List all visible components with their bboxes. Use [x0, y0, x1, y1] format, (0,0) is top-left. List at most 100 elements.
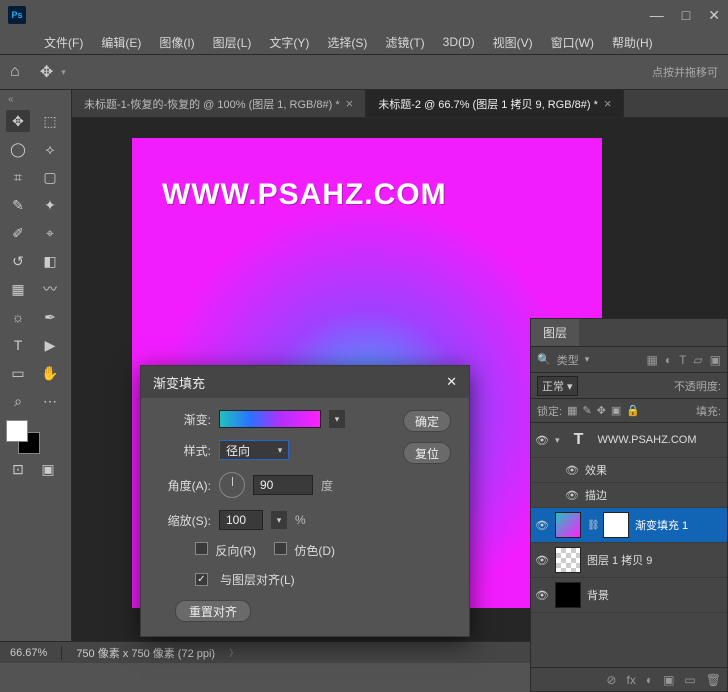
filter-kind-label[interactable]: 类型	[557, 352, 579, 368]
dialog-close-icon[interactable]: ✕	[446, 374, 457, 390]
filter-type-icon[interactable]: T	[679, 353, 686, 367]
rectangle-tool[interactable]: ▭	[6, 362, 30, 384]
dither-checkbox[interactable]	[274, 542, 287, 555]
filter-shape-icon[interactable]: ▱	[693, 353, 702, 367]
layer-gradient-fill[interactable]: 👁 ⛓ 渐变填充 1	[531, 508, 727, 543]
zoom-tool[interactable]: ⌕	[6, 390, 30, 412]
visibility-toggle[interactable]: 👁	[535, 519, 549, 532]
doc-tab-1-close[interactable]: ×	[346, 96, 354, 111]
visibility-toggle[interactable]: 👁	[565, 464, 579, 477]
layer-text[interactable]: 👁 ▾ T WWW.PSAHZ.COM	[531, 423, 727, 458]
gradient-tool[interactable]: ▦	[6, 278, 30, 300]
visibility-toggle[interactable]: 👁	[535, 554, 549, 567]
filter-smart-icon[interactable]: ▣	[710, 353, 721, 367]
align-checkbox[interactable]	[195, 573, 208, 586]
filter-adjust-icon[interactable]: ◐	[665, 353, 672, 367]
screen-mode-toggle[interactable]: ▣	[36, 458, 60, 480]
visibility-toggle[interactable]: 👁	[565, 489, 579, 502]
edit-toolbar[interactable]: ⋯	[38, 390, 62, 412]
lock-transparent-icon[interactable]: ▦	[567, 404, 577, 417]
doc-tab-2-close[interactable]: ×	[604, 96, 612, 111]
path-select-tool[interactable]: ▶	[38, 334, 62, 356]
expand-icon[interactable]: ▾	[555, 435, 560, 446]
close-button[interactable]: ✕	[708, 7, 720, 24]
menu-layer[interactable]: 图层(L)	[205, 31, 260, 54]
menu-view[interactable]: 视图(V)	[485, 31, 541, 54]
move-tool-icon[interactable]: ✥	[40, 62, 53, 82]
menu-filter[interactable]: 滤镜(T)	[377, 31, 432, 54]
eyedropper-tool[interactable]: ✎	[6, 194, 30, 216]
mask-icon[interactable]: ◐	[646, 673, 653, 687]
search-icon[interactable]: 🔍	[537, 353, 551, 366]
layer-background[interactable]: 👁 背景	[531, 578, 727, 613]
quick-mask-toggle[interactable]: ⊡	[6, 458, 30, 480]
menu-edit[interactable]: 编辑(E)	[93, 31, 149, 54]
layer-effects-header[interactable]: 👁 效果	[531, 458, 727, 483]
lock-all-icon[interactable]: 🔒	[626, 404, 640, 417]
crop-tool[interactable]: ⌗	[6, 166, 30, 188]
layers-tab[interactable]: 图层	[531, 319, 579, 346]
scale-dropdown-arrow[interactable]: ▾	[271, 511, 287, 529]
menu-file[interactable]: 文件(F)	[36, 31, 91, 54]
ok-button[interactable]: 确定	[403, 410, 451, 432]
new-layer-icon[interactable]: ▭	[684, 673, 695, 687]
lock-artboard-icon[interactable]: ▣	[611, 404, 621, 417]
gradient-dropdown-arrow[interactable]: ▾	[329, 410, 345, 428]
menu-help[interactable]: 帮助(H)	[604, 31, 661, 54]
clone-tool[interactable]: ⌖	[38, 222, 62, 244]
doc-tab-2[interactable]: 未标题-2 @ 66.7% (图层 1 拷贝 9, RGB/8#) * ×	[366, 90, 624, 117]
marquee-tool[interactable]: ⬚	[38, 110, 62, 132]
doc-tab-1[interactable]: 未标题-1-恢复的-恢复的 @ 100% (图层 1, RGB/8#) * ×	[72, 90, 366, 117]
angle-input[interactable]	[253, 475, 313, 495]
layer-effect-stroke[interactable]: 👁 描边	[531, 483, 727, 508]
link-icon[interactable]: ⛓	[587, 520, 597, 531]
hand-tool[interactable]: ✋	[38, 362, 62, 384]
maximize-button[interactable]: □	[682, 7, 690, 24]
menu-3d[interactable]: 3D(D)	[435, 32, 483, 52]
toolbar-toggle[interactable]: «	[6, 94, 65, 104]
visibility-toggle[interactable]: 👁	[535, 434, 549, 447]
angle-dial[interactable]	[219, 472, 245, 498]
scale-input[interactable]	[219, 510, 263, 530]
type-tool[interactable]: T	[6, 334, 30, 356]
lock-pixels-icon[interactable]: ✎	[582, 404, 591, 417]
menu-type[interactable]: 文字(Y)	[261, 31, 317, 54]
dodge-tool[interactable]: ☼	[6, 306, 30, 328]
lock-position-icon[interactable]: ✥	[597, 404, 606, 417]
style-dropdown-arrow[interactable]: ▾	[272, 441, 288, 459]
home-icon[interactable]: ⌂	[10, 63, 20, 81]
delete-icon[interactable]: 🗑	[706, 673, 721, 687]
lasso-tool[interactable]: ◯	[6, 138, 30, 160]
layers-panel: 图层 🔍 类型 ▾ ▦ ◐ T ▱ ▣ 正常 ▾ 不透明度: 锁定: ▦ ✎ ✥…	[530, 318, 728, 692]
link-layers-icon[interactable]: ⊘	[606, 673, 616, 687]
dialog-titlebar[interactable]: 渐变填充 ✕	[141, 366, 469, 398]
move-tool[interactable]: ✥	[6, 110, 30, 132]
gradient-preview[interactable]	[219, 410, 321, 428]
style-select[interactable]: 径向 ▾	[219, 440, 289, 460]
fx-icon[interactable]: fx	[626, 673, 635, 687]
color-swatches[interactable]	[6, 420, 40, 454]
blur-tool[interactable]: 〰	[38, 278, 62, 300]
quick-select-tool[interactable]: ⟡	[38, 138, 62, 160]
adjustment-icon[interactable]: ▣	[663, 673, 674, 687]
eraser-tool[interactable]: ◧	[38, 250, 62, 272]
visibility-toggle[interactable]: 👁	[535, 589, 549, 602]
reset-button[interactable]: 复位	[403, 442, 451, 464]
menu-image[interactable]: 图像(I)	[151, 31, 202, 54]
layer-copy-9[interactable]: 👁 图层 1 拷贝 9	[531, 543, 727, 578]
reset-align-button[interactable]: 重置对齐	[175, 600, 251, 622]
history-brush-tool[interactable]: ↺	[6, 250, 30, 272]
blend-mode-select[interactable]: 正常 ▾	[537, 376, 578, 396]
minimize-button[interactable]: —	[650, 7, 664, 24]
reverse-checkbox[interactable]	[195, 542, 208, 555]
brush-tool[interactable]: ✐	[6, 222, 30, 244]
pen-tool[interactable]: ✒	[38, 306, 62, 328]
zoom-value[interactable]: 66.67%	[10, 647, 47, 659]
menu-select[interactable]: 选择(S)	[319, 31, 375, 54]
frame-tool[interactable]: ▢	[38, 166, 62, 188]
filter-pixel-icon[interactable]: ▦	[646, 353, 657, 367]
mask-thumb[interactable]	[603, 512, 629, 538]
menu-window[interactable]: 窗口(W)	[543, 31, 602, 54]
healing-tool[interactable]: ✦	[38, 194, 62, 216]
foreground-swatch[interactable]	[6, 420, 28, 442]
